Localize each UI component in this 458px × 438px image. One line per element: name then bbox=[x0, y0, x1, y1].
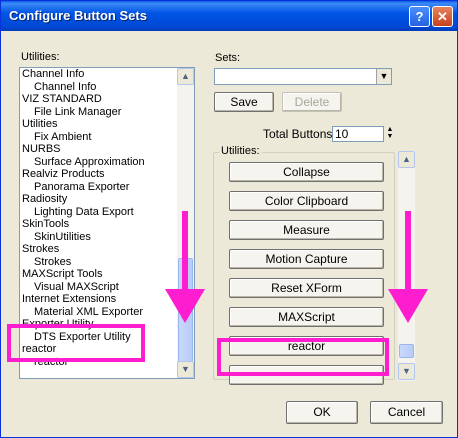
delete-button[interactable]: Delete bbox=[282, 92, 342, 112]
scroll-down-button[interactable]: ▼ bbox=[177, 361, 194, 378]
list-item[interactable]: Strokes bbox=[20, 243, 177, 256]
list-item[interactable]: Realviz Products bbox=[20, 168, 177, 181]
utility-scroll-down-button[interactable]: ▼ bbox=[398, 363, 415, 380]
chevron-down-icon[interactable]: ▼ bbox=[376, 69, 391, 84]
total-buttons-input[interactable]: 10 bbox=[332, 126, 384, 142]
total-buttons-label: Total Buttons: bbox=[263, 127, 336, 141]
configure-button-sets-dialog: Configure Button Sets ? ✕ Utilities: Cha… bbox=[0, 0, 458, 438]
spinner-up-icon[interactable]: ▲ bbox=[384, 126, 396, 133]
list-item[interactable]: SkinTools bbox=[20, 218, 177, 231]
list-item[interactable]: Lighting Data Export bbox=[20, 206, 177, 219]
list-item[interactable]: Radiosity bbox=[20, 193, 177, 206]
total-buttons-value: 10 bbox=[335, 127, 349, 141]
list-item[interactable]: SkinUtilities bbox=[20, 231, 177, 244]
utility-scroll-thumb[interactable] bbox=[399, 344, 414, 358]
spinner-down-icon[interactable]: ▼ bbox=[384, 133, 396, 140]
utility-button-collapse[interactable]: Collapse bbox=[229, 162, 384, 182]
list-item[interactable]: Channel Info bbox=[20, 81, 177, 94]
utility-button-motion-capture[interactable]: Motion Capture bbox=[229, 249, 384, 269]
utilities-group-title: Utilities: bbox=[219, 145, 262, 157]
help-button[interactable]: ? bbox=[409, 6, 430, 27]
highlight-box-empty-slot bbox=[217, 338, 389, 376]
title-bar[interactable]: Configure Button Sets ? ✕ bbox=[1, 1, 457, 31]
utility-button-measure[interactable]: Measure bbox=[229, 220, 384, 240]
list-item[interactable]: Surface Approximation bbox=[20, 156, 177, 169]
pink-arrow-down-left bbox=[165, 211, 205, 323]
list-item[interactable]: Fix Ambient bbox=[20, 131, 177, 144]
list-item[interactable]: NURBS bbox=[20, 143, 177, 156]
list-item[interactable]: Panorama Exporter bbox=[20, 181, 177, 194]
cancel-button[interactable]: Cancel bbox=[370, 401, 443, 424]
highlight-box-exporter-utility bbox=[7, 324, 145, 362]
total-buttons-spinner[interactable]: ▲ ▼ bbox=[384, 126, 396, 142]
sets-dropdown[interactable]: ▼ bbox=[214, 68, 392, 85]
utility-button-maxscript[interactable]: MAXScript bbox=[229, 307, 384, 327]
dialog-body: Utilities: Channel Info Channel Info VIZ S… bbox=[1, 31, 457, 437]
list-item[interactable]: Strokes bbox=[20, 256, 177, 269]
pink-arrow-down-right bbox=[388, 211, 428, 323]
list-item[interactable]: MAXScript Tools bbox=[20, 268, 177, 281]
close-button[interactable]: ✕ bbox=[432, 6, 453, 27]
list-item[interactable]: File Link Manager bbox=[20, 106, 177, 119]
list-item[interactable]: Visual MAXScript bbox=[20, 281, 177, 294]
list-item[interactable]: Channel Info bbox=[20, 68, 177, 81]
list-item[interactable]: Utilities bbox=[20, 118, 177, 131]
list-item[interactable]: Material XML Exporter bbox=[20, 306, 177, 319]
scroll-up-button[interactable]: ▲ bbox=[177, 68, 194, 85]
utility-button-color-clipboard[interactable]: Color Clipboard bbox=[229, 191, 384, 211]
list-item[interactable]: VIZ STANDARD bbox=[20, 93, 177, 106]
utility-button-reset-xform[interactable]: Reset XForm bbox=[229, 278, 384, 298]
sets-label: Sets: bbox=[215, 52, 241, 64]
save-button[interactable]: Save bbox=[214, 92, 274, 112]
list-item[interactable]: Internet Extensions bbox=[20, 293, 177, 306]
utilities-list-label: Utilities: bbox=[21, 51, 60, 63]
utility-scroll-up-button[interactable]: ▲ bbox=[398, 151, 415, 168]
window-title: Configure Button Sets bbox=[9, 8, 147, 23]
ok-button[interactable]: OK bbox=[286, 401, 358, 424]
